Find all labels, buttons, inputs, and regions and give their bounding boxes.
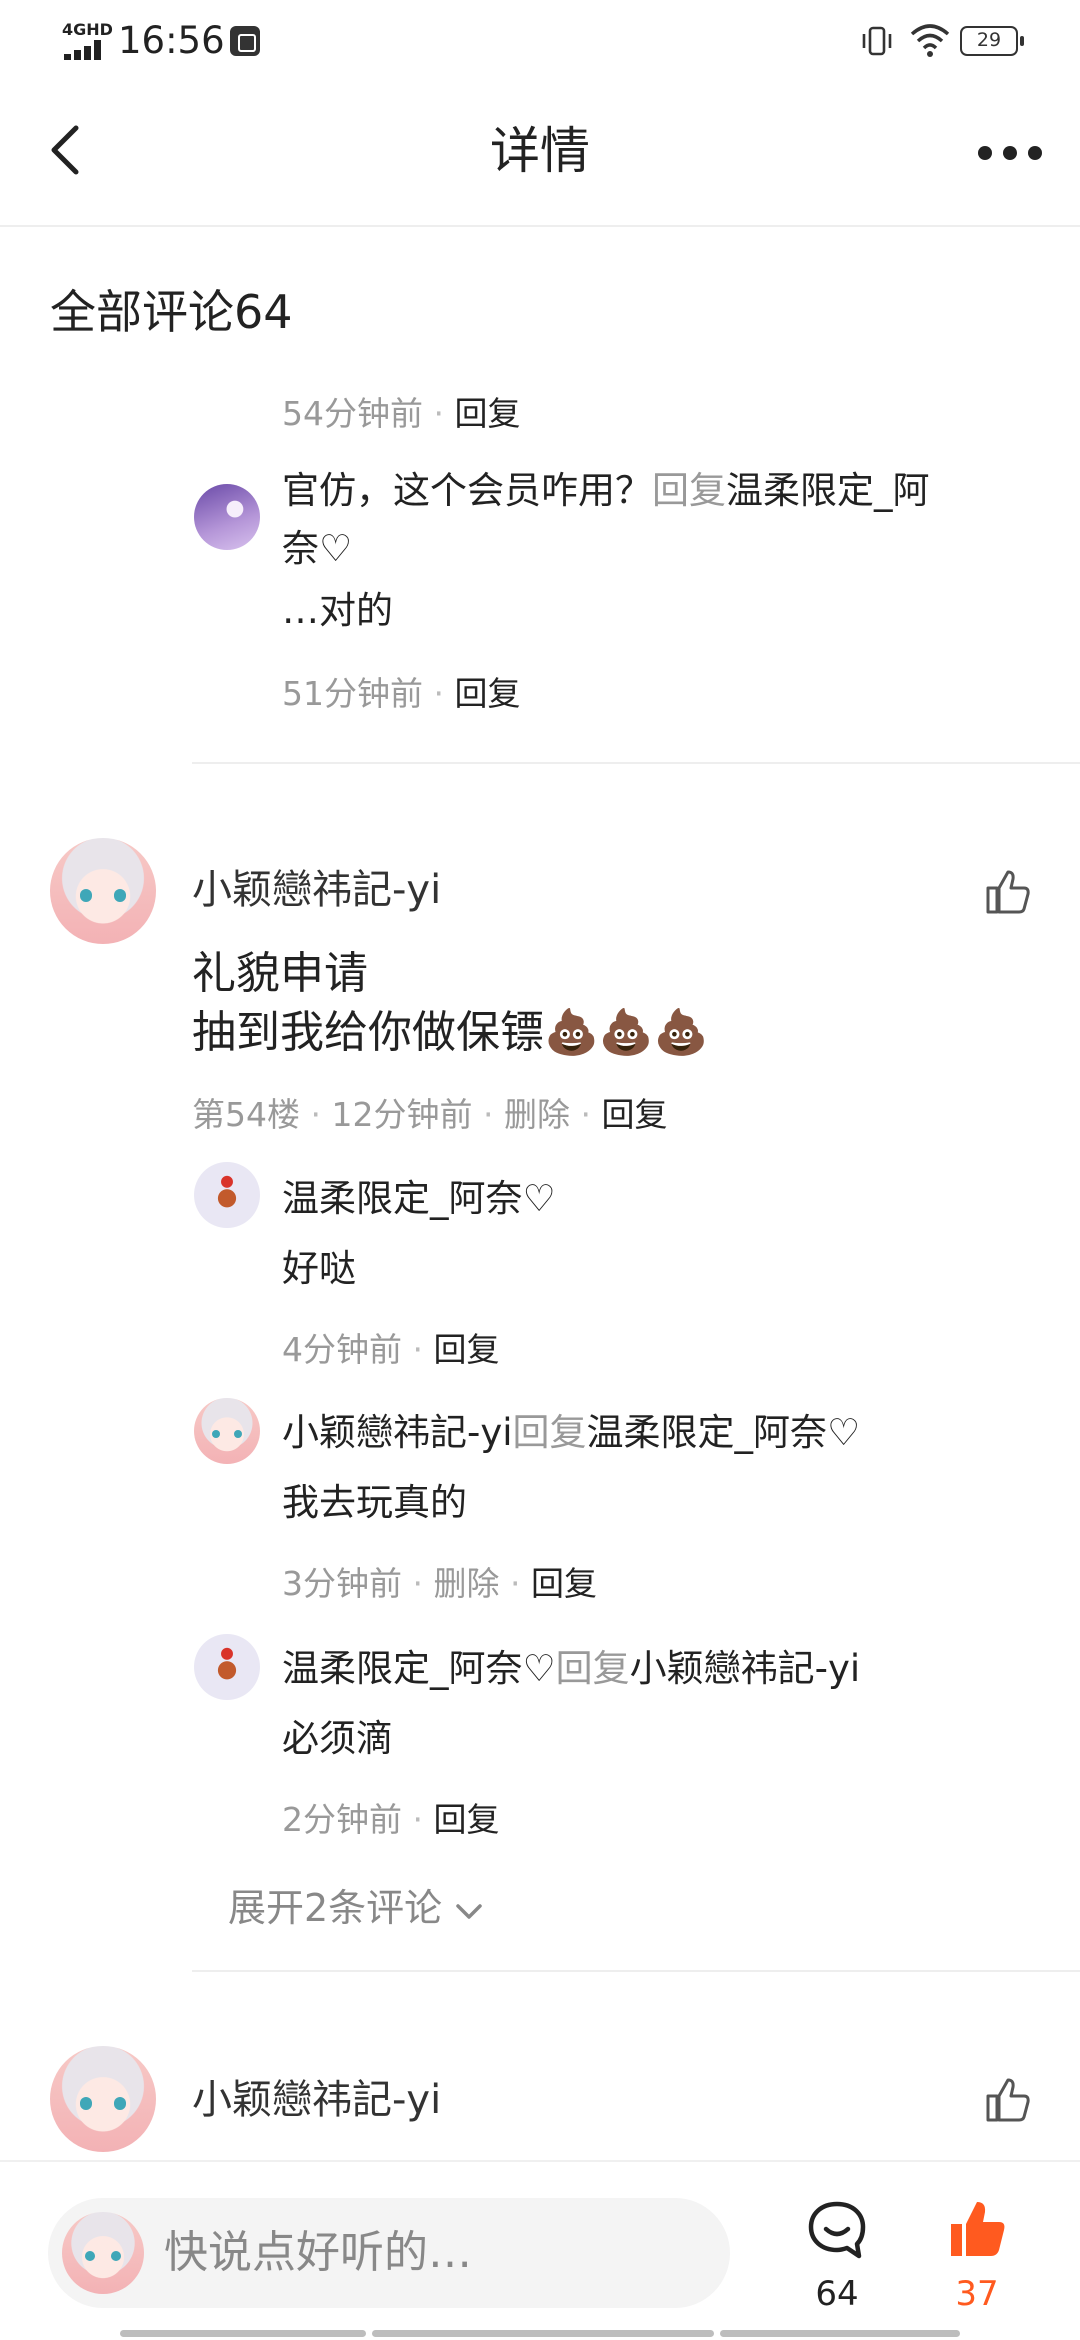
- avatar[interactable]: [50, 2046, 156, 2152]
- nav-bar: 详情: [0, 82, 1080, 227]
- reply-text-cont: 奈♡: [282, 527, 353, 570]
- reply-keyword: 回复: [512, 1411, 587, 1454]
- reply-button[interactable]: 回复: [601, 1095, 667, 1134]
- bottom-action-bar: 快说点好听的… 64 37: [0, 2160, 1080, 2340]
- input-placeholder: 快说点好听的…: [164, 2227, 472, 2278]
- like-icon[interactable]: [982, 2074, 1034, 2126]
- like-icon[interactable]: [982, 866, 1034, 918]
- reply-meta: 4分钟前 · 回复: [282, 1330, 500, 1369]
- more-icon[interactable]: [970, 132, 1050, 172]
- comment-meta: 第54楼 · 12分钟前 · 删除 · 回复: [192, 1095, 668, 1134]
- avatar[interactable]: [194, 1162, 260, 1228]
- reply-text-quote: …对的: [282, 589, 393, 632]
- reply-button[interactable]: 回复: [433, 1330, 499, 1369]
- wifi-icon: [910, 24, 950, 57]
- reply-meta: 3分钟前 · 删除 · 回复: [282, 1564, 597, 1603]
- reply-target[interactable]: 温柔限定_阿: [726, 469, 930, 512]
- reply-target[interactable]: 小颖戀祎記-yi: [630, 1647, 861, 1690]
- delete-button[interactable]: 删除: [433, 1564, 499, 1603]
- vibrate-icon: [862, 26, 892, 56]
- avatar: [62, 2212, 144, 2294]
- comment-bubble-icon: [808, 2201, 866, 2259]
- thumb-up-filled-icon: [951, 2202, 1005, 2256]
- comment-username[interactable]: 小颖戀祎記-yi: [192, 2072, 441, 2128]
- reply-meta: 51分钟前 · 回复: [282, 674, 521, 713]
- comment-text-line1: 礼貌申请: [192, 948, 368, 999]
- reply-author: 温柔限定_阿奈♡回复小颖戀祎記-yi: [282, 1647, 861, 1690]
- home-indicator: [120, 2330, 366, 2337]
- signal-icon: [64, 40, 110, 60]
- like-button[interactable]: 37: [940, 2198, 1014, 2318]
- like-count: 37: [955, 2274, 999, 2314]
- comment-input[interactable]: 快说点好听的…: [48, 2198, 730, 2308]
- reply-text: 好哒: [282, 1247, 356, 1290]
- comment-button[interactable]: 64: [800, 2198, 874, 2318]
- comment-text-line2: 抽到我给你做保镖💩💩💩: [192, 1007, 709, 1058]
- floor-label: 第54楼: [192, 1095, 300, 1134]
- avatar[interactable]: [194, 484, 260, 550]
- network-type: 4GHD: [62, 20, 113, 39]
- avatar[interactable]: [50, 838, 156, 944]
- reply-button[interactable]: 回复: [454, 674, 520, 713]
- reply-button[interactable]: 回复: [531, 1564, 597, 1603]
- reply-author: 温柔限定_阿奈♡: [282, 1177, 556, 1220]
- clock: 16:56: [118, 19, 225, 62]
- comment-count: 64: [815, 2274, 859, 2314]
- home-indicator: [372, 2330, 714, 2337]
- notification-app-icon: [230, 26, 260, 56]
- chevron-down-icon: [456, 1903, 483, 1919]
- divider: [192, 762, 1080, 764]
- page-title: 详情: [490, 122, 590, 180]
- comments-header: 全部评论64: [50, 285, 293, 339]
- reply-keyword: 回复: [555, 1647, 630, 1690]
- home-indicator: [720, 2330, 960, 2337]
- avatar[interactable]: [194, 1398, 260, 1464]
- reply-target[interactable]: 温柔限定_阿奈♡: [587, 1411, 861, 1454]
- delete-button[interactable]: 删除: [504, 1095, 570, 1134]
- reply-text: 我去玩真的: [282, 1481, 467, 1524]
- reply-button[interactable]: 回复: [454, 394, 520, 433]
- expand-replies-button[interactable]: 展开2条评论: [228, 1880, 484, 1936]
- reply-keyword: 回复: [652, 469, 726, 512]
- status-bar: 4GHD 16:56 29: [0, 0, 1080, 82]
- reply-button[interactable]: 回复: [433, 1800, 499, 1839]
- reply-text: 官仿，这个会员咋用？回复温柔限定_阿: [282, 469, 930, 512]
- comment-username[interactable]: 小颖戀祎記-yi: [192, 862, 441, 918]
- avatar[interactable]: [194, 1634, 260, 1700]
- divider: [192, 1970, 1080, 1972]
- reply-author: 小颖戀祎記-yi回复温柔限定_阿奈♡: [282, 1411, 861, 1454]
- reply-meta: 2分钟前 · 回复: [282, 1800, 500, 1839]
- reply-text: 必须滴: [282, 1717, 393, 1760]
- battery-icon: 29: [960, 26, 1024, 56]
- reply-meta: 54分钟前 · 回复: [282, 394, 521, 433]
